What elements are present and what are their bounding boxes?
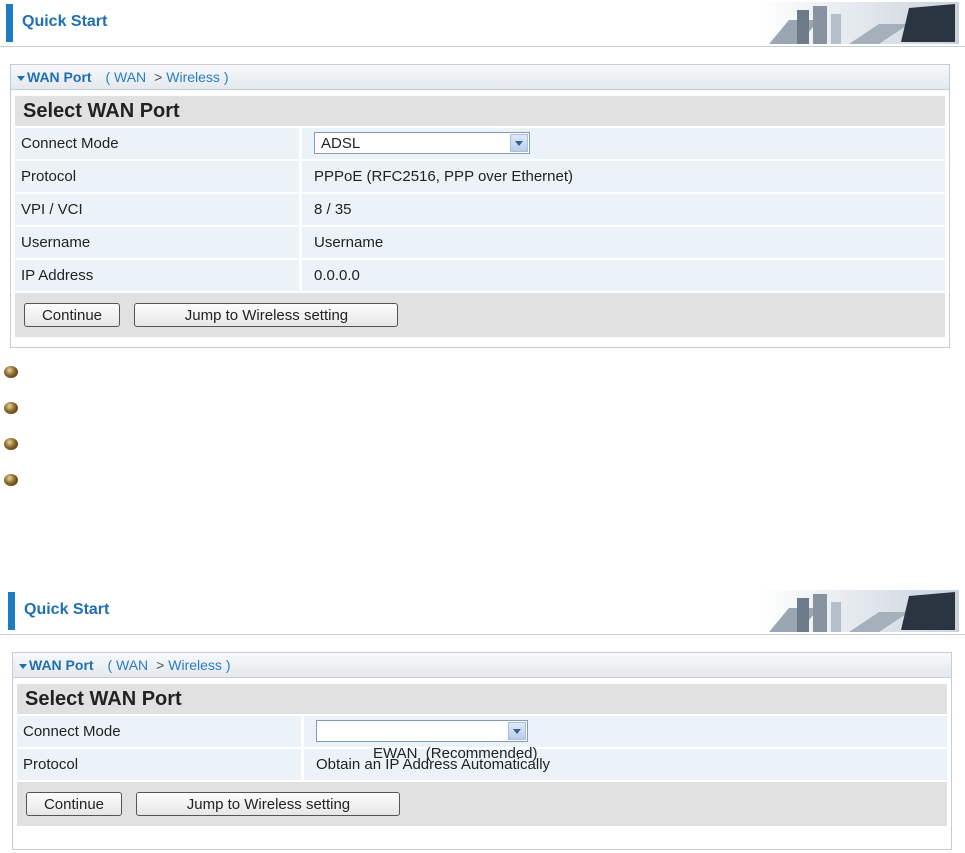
wan-port-box: WAN Port ( WAN > Wireless ) Select WAN Po… [12,652,952,850]
page-title: Quick Start [22,13,108,30]
connect-mode-value: ADSL [321,135,361,153]
breadcrumb-separator: > [156,657,165,673]
office-banner-image [759,590,959,632]
header-accent-bar [8,592,15,630]
bronze-bullet-icon [4,402,18,414]
vpi-vci-row: VPI / VCI 8 / 35 [15,194,945,225]
username-row: Username Username [15,227,945,258]
office-banner-image [759,2,959,44]
quick-start-panel-2: Quick Start WAN Port ( WAN > Wireless ) S… [0,588,965,850]
breadcrumb: WAN Port ( WAN > Wireless ) [13,653,951,678]
connect-mode-value: EWAN (Recommended) [373,745,538,763]
breadcrumb-wireless[interactable]: Wireless [166,69,220,85]
breadcrumb-root: WAN Port [29,657,94,673]
breadcrumb-open-paren: ( [105,69,111,85]
chevron-down-icon[interactable] [508,722,526,741]
connect-mode-select[interactable]: ADSL [314,132,530,155]
breadcrumb-close-paren: ) [223,69,229,85]
button-bar: Continue Jump to Wireless setting [15,293,945,337]
protocol-label: Protocol [15,161,299,192]
connect-mode-row: Connect Mode EWAN (Recommended) [17,716,947,762]
ip-address-label: IP Address [15,260,299,291]
connect-mode-select[interactable]: EWAN (Recommended) [316,720,538,762]
breadcrumb-wan[interactable]: WAN [114,69,146,85]
username-value: Username [302,227,945,258]
breadcrumb-wireless[interactable]: Wireless [168,657,222,673]
breadcrumb-root: WAN Port [27,69,92,85]
breadcrumb-open-paren: ( [107,657,113,673]
protocol-label: Protocol [17,749,301,780]
bronze-bullet-icon [4,474,18,486]
vpi-vci-label: VPI / VCI [15,194,299,225]
continue-button[interactable]: Continue [26,792,122,816]
connect-mode-label: Connect Mode [17,716,301,747]
chevron-down-icon[interactable] [510,134,528,153]
continue-button[interactable]: Continue [24,303,120,327]
jump-to-wireless-button[interactable]: Jump to Wireless setting [134,303,399,327]
header-accent-bar [6,4,13,42]
breadcrumb-close-paren: ) [225,657,231,673]
bronze-bullet-icon [4,366,18,378]
protocol-value: PPPoE (RFC2516, PPP over Ethernet) [302,161,945,192]
breadcrumb: WAN Port ( WAN > Wireless ) [11,65,949,90]
bronze-bullet-icon [4,438,18,450]
collapse-triangle-icon[interactable] [17,75,25,81]
collapse-triangle-icon[interactable] [19,663,27,669]
username-label: Username [15,227,299,258]
connect-mode-label: Connect Mode [15,128,299,159]
section-title: Select WAN Port [17,684,947,714]
wan-port-box: WAN Port ( WAN > Wireless ) Select WAN Po… [10,64,950,348]
connect-mode-row: Connect Mode ADSL [15,128,945,159]
breadcrumb-wan[interactable]: WAN [116,657,148,673]
section-title: Select WAN Port [15,96,945,126]
quick-start-panel-1: Quick Start WAN Port ( WAN > Wireless ) S… [0,0,965,348]
vpi-vci-value: 8 / 35 [302,194,945,225]
page-title: Quick Start [24,601,110,618]
quick-start-header: Quick Start [0,588,965,635]
quick-start-header: Quick Start [0,0,965,47]
bullet-list [4,366,18,510]
protocol-row: Protocol PPPoE (RFC2516, PPP over Ethern… [15,161,945,192]
ip-address-row: IP Address 0.0.0.0 [15,260,945,291]
breadcrumb-separator: > [154,69,163,85]
ip-address-value: 0.0.0.0 [302,260,945,291]
button-bar: Continue Jump to Wireless setting [17,782,947,826]
